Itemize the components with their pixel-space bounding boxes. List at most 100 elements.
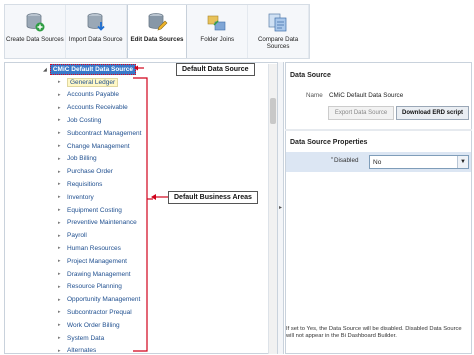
tree-item[interactable]: ▸ Subcontract Management (58, 128, 141, 138)
tree-item-label[interactable]: Inventory (67, 194, 94, 201)
folder-joins-icon (207, 15, 226, 31)
section-divider (285, 129, 472, 131)
disabled-select[interactable]: No ▼ (369, 155, 469, 169)
tree-item-label[interactable]: Resource Planning (67, 283, 122, 290)
collapsed-triangle-icon[interactable]: ▸ (58, 284, 67, 290)
collapsed-triangle-icon[interactable]: ▸ (58, 181, 67, 187)
tree-item-label[interactable]: Subcontractor Prequal (67, 309, 132, 316)
tree-item[interactable]: ▸ Job Billing (58, 154, 97, 164)
tree-root-node[interactable]: ◢ CMiC Default Data Source (43, 64, 137, 75)
ribbon-toolbar: Create Data Sources Import Data Source E… (4, 4, 310, 59)
tree-item[interactable]: ▸ Opportunity Management (58, 295, 140, 305)
collapsed-triangle-icon[interactable]: ▸ (58, 233, 67, 239)
tree-item-label[interactable]: Change Management (67, 143, 130, 150)
tree-item[interactable]: ▸ System Data (58, 333, 104, 343)
tree-item-label[interactable]: Work Order Billing (67, 322, 120, 329)
ribbon-label: Folder Joins (200, 36, 235, 43)
folder-joins-button[interactable]: Folder Joins (187, 5, 249, 58)
panel-splitter[interactable]: ▸ (277, 62, 284, 354)
import-data-source-button[interactable]: Import Data Source (66, 5, 127, 58)
expanded-triangle-icon[interactable]: ◢ (43, 67, 47, 73)
collapsed-triangle-icon[interactable]: ▸ (58, 143, 67, 149)
collapsed-triangle-icon[interactable]: ▸ (58, 194, 67, 200)
tree-item-label[interactable]: System Data (67, 335, 104, 342)
chevron-down-icon[interactable]: ▼ (457, 156, 468, 168)
database-edit-icon (148, 13, 168, 31)
tree-item[interactable]: ▸ Accounts Receivable (58, 103, 128, 113)
collapsed-triangle-icon[interactable]: ▸ (58, 220, 67, 226)
tree-item[interactable]: ▸ Change Management (58, 141, 130, 151)
scrollbar-thumb[interactable] (270, 98, 276, 124)
disabled-select-value: No (373, 158, 382, 166)
export-data-source-button[interactable]: Export Data Source (328, 106, 394, 120)
tree-item[interactable]: ▸ General Ledger (58, 77, 119, 87)
collapsed-triangle-icon[interactable]: ▸ (58, 169, 67, 175)
collapse-arrow-icon[interactable]: ▸ (279, 204, 282, 211)
tree-item[interactable]: ▸ Preventive Maintenance (58, 218, 137, 228)
collapsed-triangle-icon[interactable]: ▸ (58, 258, 67, 264)
tree-item[interactable]: ▸ Work Order Billing (58, 320, 120, 330)
collapsed-triangle-icon[interactable]: ▸ (58, 245, 67, 251)
tree-item-label[interactable]: Job Costing (67, 117, 101, 124)
collapsed-triangle-icon[interactable]: ▸ (58, 156, 67, 162)
required-asterisk: * (331, 157, 333, 163)
tree-item-label[interactable]: Job Billing (67, 155, 97, 162)
tree-item-label[interactable]: Purchase Order (67, 168, 113, 175)
tree-root-label[interactable]: CMiC Default Data Source (49, 64, 137, 75)
tree-item[interactable]: ▸ Resource Planning (58, 282, 122, 292)
ribbon-label: Import Data Source (68, 36, 123, 43)
tree-item-label[interactable]: Project Management (67, 258, 127, 265)
tree-scrollbar[interactable] (268, 64, 277, 354)
ribbon-label: Create Data Sources (6, 36, 64, 43)
collapsed-triangle-icon[interactable]: ▸ (58, 309, 67, 315)
tree-item[interactable]: ▸ Job Costing (58, 115, 101, 125)
collapsed-triangle-icon[interactable]: ▸ (58, 79, 67, 85)
tree-item[interactable]: ▸ Equipment Costing (58, 205, 122, 215)
collapsed-triangle-icon[interactable]: ▸ (58, 271, 67, 277)
tree-item[interactable]: ▸ Purchase Order (58, 167, 113, 177)
callout-default-business-areas: Default Business Areas (168, 191, 258, 204)
properties-heading: Data Source Properties (290, 139, 368, 146)
name-label: Name (306, 92, 323, 99)
tree-item-label[interactable]: General Ledger (67, 77, 119, 87)
collapsed-triangle-icon[interactable]: ▸ (58, 322, 67, 328)
tree-item[interactable]: ▸ Accounts Payable (58, 90, 119, 100)
callout-default-data-source: Default Data Source (176, 63, 255, 76)
collapsed-triangle-icon[interactable]: ▸ (58, 348, 67, 354)
tree-item[interactable]: ▸ Human Resources (58, 243, 121, 253)
collapsed-triangle-icon[interactable]: ▸ (58, 92, 67, 98)
tree-item[interactable]: ▸ Payroll (58, 231, 87, 241)
ribbon-label: Compare Data Sources (257, 36, 299, 50)
tree-item[interactable]: ▸ Inventory (58, 192, 94, 202)
collapsed-triangle-icon[interactable]: ▸ (58, 105, 67, 111)
tree-item[interactable]: ▸ Project Management (58, 256, 127, 266)
name-value: CMiC Default Data Source (329, 92, 404, 99)
download-erd-script-button[interactable]: Download ERD script (396, 106, 469, 120)
tree-item-label[interactable]: Equipment Costing (67, 207, 122, 214)
collapsed-triangle-icon[interactable]: ▸ (58, 117, 67, 123)
tree-item-label[interactable]: Requisitions (67, 181, 102, 188)
compare-data-sources-button[interactable]: Compare Data Sources (248, 5, 309, 58)
tree-item[interactable]: ▸ Drawing Management (58, 269, 131, 279)
collapsed-triangle-icon[interactable]: ▸ (58, 130, 67, 136)
tree-item-label[interactable]: Human Resources (67, 245, 121, 252)
collapsed-triangle-icon[interactable]: ▸ (58, 335, 67, 341)
tree-item-label[interactable]: Accounts Payable (67, 91, 119, 98)
create-data-sources-button[interactable]: Create Data Sources (5, 5, 66, 58)
tree-item[interactable]: ▸ Requisitions (58, 179, 102, 189)
callout-bracket-business-areas (133, 77, 153, 352)
collapsed-triangle-icon[interactable]: ▸ (58, 297, 67, 303)
collapsed-triangle-icon[interactable]: ▸ (58, 207, 67, 213)
tree-item[interactable]: ▸ Alternates (58, 346, 96, 355)
tree-item-label[interactable]: Alternates (67, 347, 96, 354)
tree-item-label[interactable]: Payroll (67, 232, 87, 239)
data-source-heading: Data Source (290, 72, 331, 79)
tree-item[interactable]: ▸ Subcontractor Prequal (58, 307, 132, 317)
tree-item-label[interactable]: Preventive Maintenance (67, 219, 137, 226)
tree-item-label[interactable]: Opportunity Management (67, 296, 140, 303)
callout-arrow-business-areas (151, 194, 169, 200)
tree-item-label[interactable]: Drawing Management (67, 271, 131, 278)
edit-data-sources-button[interactable]: Edit Data Sources (126, 5, 188, 58)
tree-item-label[interactable]: Accounts Receivable (67, 104, 128, 111)
callout-arrow-default-source (134, 65, 144, 71)
